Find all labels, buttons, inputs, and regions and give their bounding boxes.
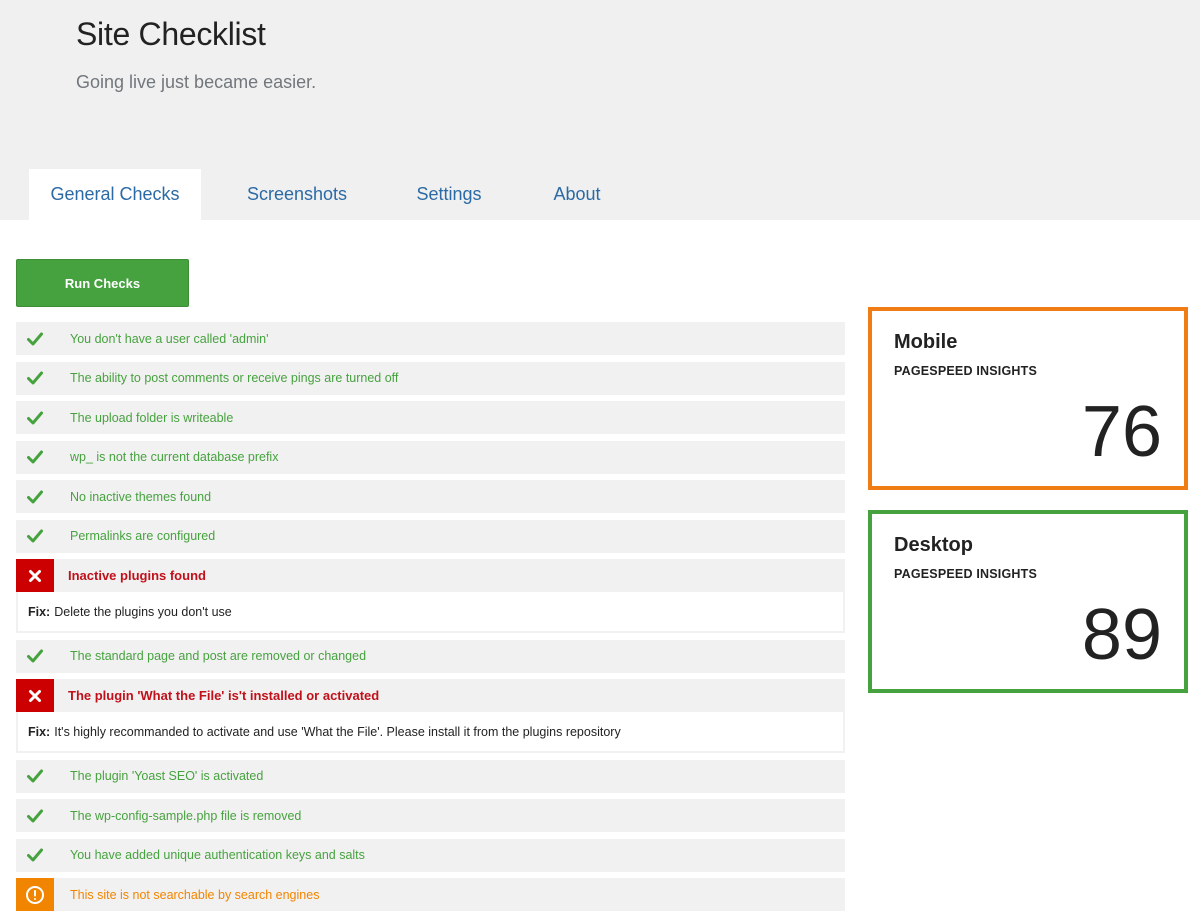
fix-label: Fix: bbox=[28, 604, 51, 619]
x-icon bbox=[16, 559, 54, 592]
check-label: You have added unique authentication key… bbox=[70, 848, 365, 862]
desktop-score-subtitle: PAGESPEED INSIGHTS bbox=[894, 567, 1037, 581]
check-row: You don't have a user called 'admin' bbox=[16, 322, 845, 355]
page-title: Site Checklist bbox=[76, 16, 266, 52]
page-header: Site Checklist Going live just became ea… bbox=[0, 0, 1200, 220]
tab-general-checks[interactable]: General Checks bbox=[29, 169, 201, 220]
fix-text: It's highly recommanded to activate and … bbox=[54, 724, 621, 739]
checks-list: You don't have a user called 'admin' The … bbox=[16, 322, 845, 918]
check-label: You don't have a user called 'admin' bbox=[70, 331, 269, 346]
run-checks-button[interactable]: Run Checks bbox=[16, 259, 189, 307]
check-row: No inactive themes found bbox=[16, 480, 845, 513]
check-label: Inactive plugins found bbox=[68, 568, 206, 583]
checkmark-icon bbox=[16, 322, 54, 355]
mobile-score-value: 76 bbox=[1081, 392, 1162, 472]
check-label: Permalinks are configured bbox=[70, 529, 216, 543]
check-row: Inactive plugins found bbox=[16, 559, 845, 592]
check-row: The standard page and post are removed o… bbox=[16, 639, 845, 673]
exclamation-icon bbox=[16, 878, 54, 911]
checkmark-icon bbox=[16, 441, 54, 474]
fix-label: Fix: bbox=[28, 724, 51, 739]
check-label: The plugin 'What the File' is't installe… bbox=[68, 688, 380, 703]
checkmark-icon bbox=[16, 362, 54, 395]
tab-settings[interactable]: Settings bbox=[395, 169, 503, 220]
mobile-score-card: Mobile PAGESPEED INSIGHTS 76 bbox=[868, 307, 1188, 490]
checkmark-icon bbox=[16, 520, 54, 553]
checkmark-icon bbox=[16, 799, 54, 832]
check-row: Permalinks are configured bbox=[16, 519, 845, 553]
mobile-score-title: Mobile bbox=[894, 331, 958, 353]
fix-message: Fix: Delete the plugins you don't use bbox=[16, 592, 845, 633]
check-label: The plugin 'Yoast SEO' is activated bbox=[70, 769, 264, 783]
check-label: The ability to post comments or receive … bbox=[70, 371, 399, 385]
page-tagline: Going live just became easier. bbox=[76, 72, 317, 92]
check-row: The ability to post comments or receive … bbox=[16, 361, 845, 395]
check-label: The standard page and post are removed o… bbox=[70, 649, 367, 663]
desktop-score-title: Desktop bbox=[894, 534, 973, 556]
check-row: You have added unique authentication key… bbox=[16, 838, 845, 872]
check-row: The upload folder is writeable bbox=[16, 401, 845, 434]
check-row: This site is not searchable by search en… bbox=[16, 878, 845, 911]
checkmark-icon bbox=[16, 480, 54, 513]
check-label: wp_ is not the current database prefix bbox=[70, 450, 279, 464]
checkmark-icon bbox=[16, 760, 54, 793]
check-label: The wp-config-sample.php file is removed bbox=[70, 808, 302, 823]
desktop-score-value: 89 bbox=[1081, 595, 1162, 675]
checkmark-icon bbox=[16, 839, 54, 872]
check-row: The wp-config-sample.php file is removed bbox=[16, 799, 845, 832]
fix-text: Delete the plugins you don't use bbox=[54, 604, 232, 619]
check-label: This site is not searchable by search en… bbox=[70, 887, 320, 902]
check-label: The upload folder is writeable bbox=[70, 410, 234, 425]
fix-message: Fix: It's highly recommanded to activate … bbox=[16, 712, 845, 753]
check-row: wp_ is not the current database prefix bbox=[16, 440, 845, 474]
x-icon bbox=[16, 679, 54, 712]
mobile-score-subtitle: PAGESPEED INSIGHTS bbox=[894, 364, 1037, 378]
checkmark-icon bbox=[16, 640, 54, 673]
check-row: The plugin 'Yoast SEO' is activated bbox=[16, 759, 845, 793]
check-row: The plugin 'What the File' is't installe… bbox=[16, 679, 845, 712]
desktop-score-card: Desktop PAGESPEED INSIGHTS 89 bbox=[868, 510, 1188, 693]
tab-about[interactable]: About bbox=[507, 169, 647, 220]
tab-bar: General Checks Screenshots Settings Abou… bbox=[29, 169, 647, 220]
checkmark-icon bbox=[16, 401, 54, 434]
tab-screenshots[interactable]: Screenshots bbox=[201, 169, 393, 220]
check-label: No inactive themes found bbox=[70, 489, 212, 504]
